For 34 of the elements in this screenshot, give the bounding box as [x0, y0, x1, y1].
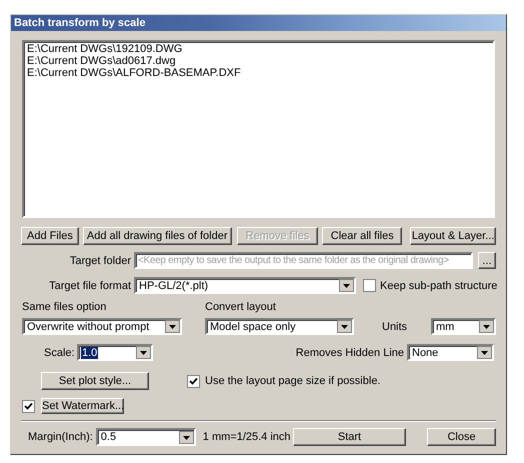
action-button[interactable]: Add all drawing files of folder: [82, 227, 232, 245]
field-label: Target folder: [68, 254, 131, 266]
file-list-item[interactable]: E:\Current DWGs\192109.DWG: [27, 43, 490, 55]
checkbox-label: Keep sub-path structure: [380, 280, 498, 292]
action-button[interactable]: Clear all files: [322, 227, 402, 245]
units-dropdown[interactable]: mm: [431, 318, 496, 335]
field-label: Removes Hidden Line: [296, 346, 404, 358]
section-label: Convert layout: [205, 300, 276, 312]
scale-dropdown[interactable]: 1.0: [77, 344, 153, 361]
file-list-item[interactable]: E:\Current DWGs\ALFORD-BASEMAP.DXF: [27, 67, 490, 79]
action-button[interactable]: Add Files: [21, 227, 79, 245]
file-list-item[interactable]: E:\Current DWGs\ad0617.dwg: [27, 55, 490, 67]
action-button[interactable]: Layout & Layer...: [410, 227, 496, 245]
plot-style-button[interactable]: Set plot style...: [41, 372, 149, 390]
conversion-note: 1 mm=1/25.4 inch: [202, 431, 291, 443]
field-label: Scale:: [44, 346, 76, 358]
hidden-line-dropdown[interactable]: None: [407, 344, 494, 361]
field-label: Units: [382, 320, 408, 332]
field-label: Target file format: [48, 280, 131, 292]
checkbox[interactable]: [187, 374, 200, 388]
window-title: Batch transform by scale: [11, 15, 506, 31]
margin-dropdown[interactable]: 0.5: [96, 428, 196, 446]
format-dropdown[interactable]: HP-GL/2(*.plt): [134, 277, 356, 294]
checkbox[interactable]: [22, 400, 35, 412]
section-label: Same files option: [22, 300, 108, 312]
watermark-button[interactable]: Set Watermark...: [41, 398, 124, 414]
layout-dropdown[interactable]: Model space only: [205, 318, 354, 335]
start-button[interactable]: Start: [293, 428, 406, 446]
checkbox-label: Use the layout page size if possible.: [205, 375, 380, 387]
browse-button[interactable]: ...: [478, 252, 496, 269]
field-label: Margin(Inch):: [28, 431, 93, 443]
checkbox[interactable]: [363, 279, 376, 292]
close-button[interactable]: Close: [427, 428, 496, 446]
same-files-dropdown[interactable]: Overwrite without prompt: [22, 318, 182, 335]
